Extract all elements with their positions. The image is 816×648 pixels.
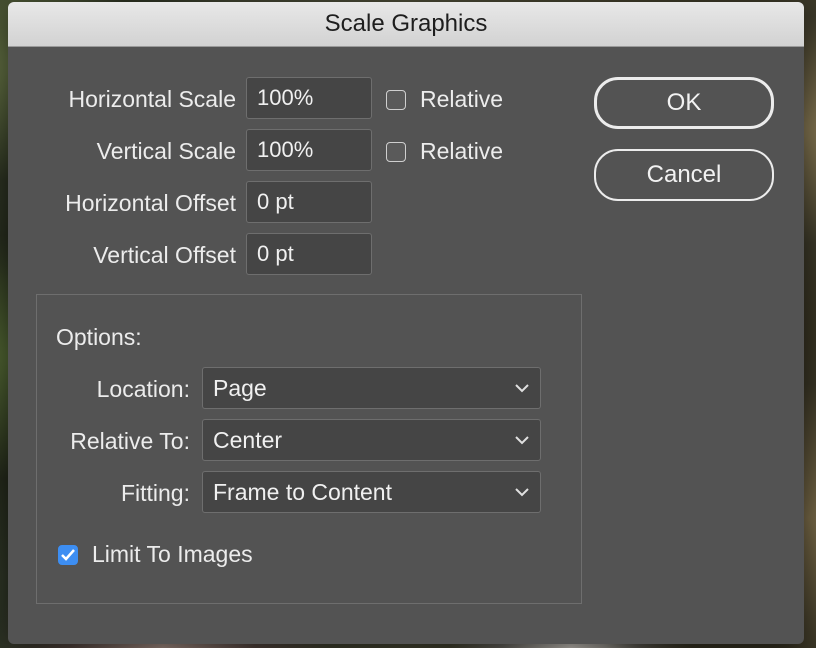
vertical-scale-input[interactable]: 100% xyxy=(246,129,372,171)
horizontal-scale-input[interactable]: 100% xyxy=(246,77,372,119)
checkbox-box[interactable] xyxy=(386,89,406,110)
cancel-button[interactable]: Cancel xyxy=(594,149,774,201)
fitting-label: Fitting: xyxy=(120,480,190,506)
horizontal-offset-input[interactable]: 0 pt xyxy=(246,181,372,223)
vertical-offset-input[interactable]: 0 pt xyxy=(246,233,372,275)
chevron-down-icon xyxy=(514,383,530,393)
ok-button[interactable]: OK xyxy=(594,77,774,129)
dialog-title: Scale Graphics xyxy=(324,10,488,37)
limit-to-images-checkbox[interactable]: Limit To Images xyxy=(58,541,253,568)
vertical-offset-label: Vertical Offset xyxy=(93,242,236,268)
horizontal-offset-label: Horizontal Offset xyxy=(65,190,236,216)
vertical-relative-checkbox[interactable]: Relative xyxy=(386,138,503,165)
horizontal-relative-label: Relative xyxy=(420,86,504,112)
location-select[interactable]: Page xyxy=(202,367,541,409)
scale-graphics-dialog: Scale Graphics Horizontal Scale 100% Rel… xyxy=(8,2,804,644)
location-value: Page xyxy=(213,374,267,401)
checkbox-checked[interactable] xyxy=(58,544,78,565)
vertical-scale-label: Vertical Scale xyxy=(96,138,236,164)
checkbox-box[interactable] xyxy=(386,141,406,162)
relative-to-label: Relative To: xyxy=(70,428,190,454)
location-label: Location: xyxy=(96,376,190,402)
fitting-select[interactable]: Frame to Content xyxy=(202,471,541,513)
vertical-relative-label: Relative xyxy=(420,138,504,164)
title-bar: Scale Graphics xyxy=(8,2,804,47)
checkmark-icon xyxy=(61,548,75,561)
options-heading: Options: xyxy=(56,324,142,350)
fitting-value: Frame to Content xyxy=(213,478,392,505)
horizontal-relative-checkbox[interactable]: Relative xyxy=(386,86,503,113)
limit-to-images-label: Limit To Images xyxy=(92,541,253,567)
relative-to-select[interactable]: Center xyxy=(202,419,541,461)
relative-to-value: Center xyxy=(213,426,283,453)
chevron-down-icon xyxy=(514,487,530,497)
horizontal-scale-label: Horizontal Scale xyxy=(68,86,236,112)
chevron-down-icon xyxy=(514,435,530,445)
